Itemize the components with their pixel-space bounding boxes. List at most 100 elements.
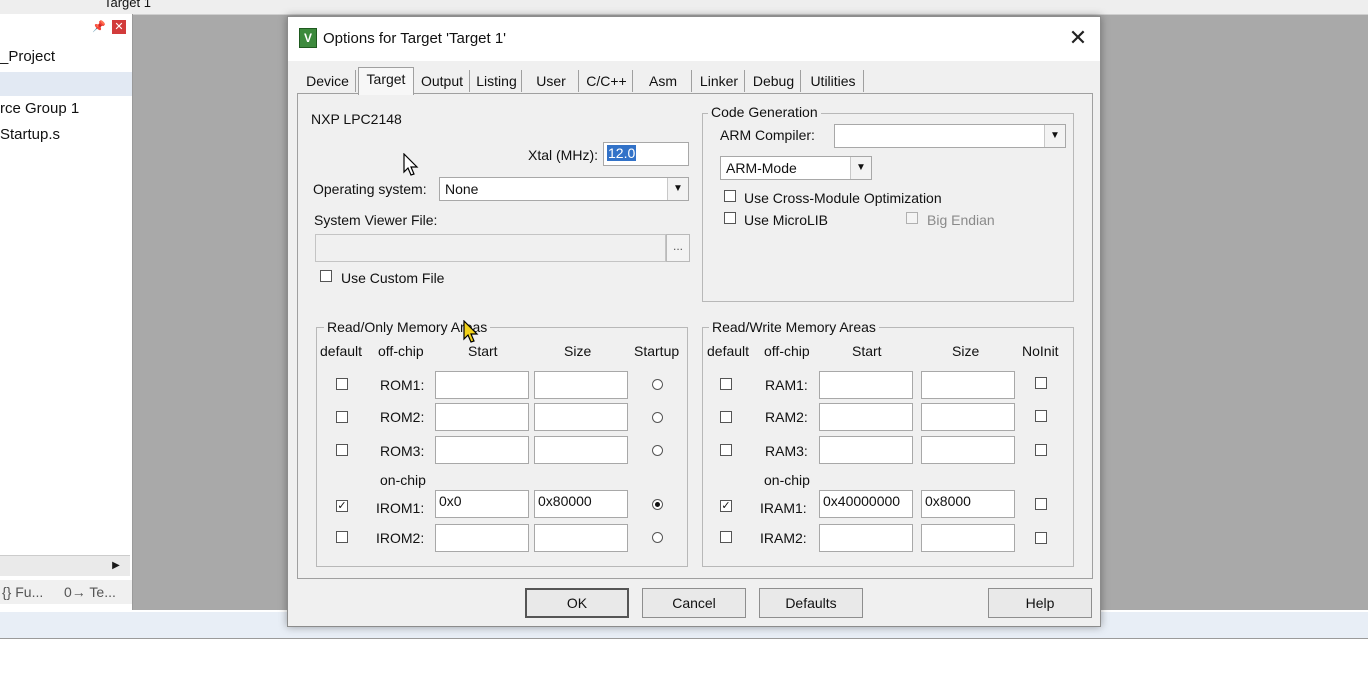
ram2-noinit-checkbox[interactable] [1035,410,1047,422]
pin-icon[interactable]: 📌 [92,20,106,33]
toolbar-target-name[interactable]: Target 1 [104,0,151,10]
tab-c-cpp[interactable]: C/C++ [581,70,633,92]
ram2-default-checkbox[interactable] [720,411,732,423]
defaults-button[interactable]: Defaults [759,588,863,618]
tab-templates[interactable]: 0→ Te... [64,584,116,600]
iram1-start-input[interactable]: 0x40000000 [819,490,913,518]
rom3-label: ROM3: [380,443,425,459]
rw-header-noinit: NoInit [1022,343,1059,359]
code-generation-title: Code Generation [708,104,821,120]
irom1-size-input[interactable]: 0x80000 [534,490,628,518]
cancel-button[interactable]: Cancel [642,588,746,618]
close-icon[interactable]: ✕ [1064,25,1092,53]
ro-header-default: default [320,343,363,359]
ram3-noinit-checkbox[interactable] [1035,444,1047,456]
tree-item-startup[interactable]: Startup.s [0,126,60,143]
browse-button[interactable]: ... [666,234,690,262]
rom1-default-checkbox[interactable] [336,378,348,390]
irom2-startup-radio[interactable] [652,532,663,543]
ram1-start-input[interactable] [819,371,913,399]
rom2-default-checkbox[interactable] [336,411,348,423]
tab-listing[interactable]: Listing [472,70,522,92]
ro-header-offchip: off-chip [378,343,424,359]
ro-onchip-label: on-chip [380,472,426,488]
rom1-size-input[interactable] [534,371,628,399]
cross-module-checkbox[interactable] [724,190,736,202]
chevron-down-icon[interactable]: ▼ [1044,125,1065,147]
ram3-start-input[interactable] [819,436,913,464]
arm-compiler-label: ARM Compiler: [720,127,815,143]
rom2-startup-radio[interactable] [652,412,663,423]
arm-compiler-select[interactable]: ▼ [834,124,1066,148]
highlight-pointer-icon [463,320,479,343]
ok-button[interactable]: OK [525,588,629,618]
use-custom-file-label: Use Custom File [341,270,445,286]
rom3-start-input[interactable] [435,436,529,464]
iram2-default-checkbox[interactable] [720,531,732,543]
ram1-size-input[interactable] [921,371,1015,399]
rw-header-start: Start [852,343,882,359]
tab-utilities[interactable]: Utilities [803,70,864,92]
scroll-right-icon[interactable]: ▶ [108,558,124,574]
iram1-default-checkbox[interactable]: ✓ [720,500,732,512]
xtal-value: 12.0 [607,145,637,161]
rom1-start-input[interactable] [435,371,529,399]
tab-asm[interactable]: Asm [635,70,692,92]
ram2-start-input[interactable] [819,403,913,431]
tab-device[interactable]: Device [300,70,356,92]
rom3-startup-radio[interactable] [652,445,663,456]
irom1-default-checkbox[interactable]: ✓ [336,500,348,512]
os-select[interactable]: None ▼ [439,177,689,201]
cross-module-label: Use Cross-Module Optimization [744,190,942,206]
tab-functions[interactable]: {} Fu... [2,584,43,600]
tab-user[interactable]: User [524,70,579,92]
svf-input[interactable] [315,234,666,262]
irom1-startup-radio[interactable] [652,499,663,510]
help-button[interactable]: Help [988,588,1092,618]
tree-item-project[interactable]: _Project [0,48,55,65]
close-panel-icon[interactable]: ✕ [112,20,126,34]
irom2-default-checkbox[interactable] [336,531,348,543]
rom1-label: ROM1: [380,377,425,393]
tab-debug[interactable]: Debug [747,70,801,92]
ide-toolbar: Target 1 [0,0,1368,15]
irom2-size-input[interactable] [534,524,628,552]
ro-header-startup: Startup [634,343,680,359]
ram3-size-input[interactable] [921,436,1015,464]
arm-mode-value: ARM-Mode [726,160,797,176]
ram3-default-checkbox[interactable] [720,444,732,456]
chevron-down-icon[interactable]: ▼ [850,157,871,179]
ram2-size-input[interactable] [921,403,1015,431]
microlib-checkbox[interactable] [724,212,736,224]
rw-header-offchip: off-chip [764,343,810,359]
iram2-noinit-checkbox[interactable] [1035,532,1047,544]
xtal-input[interactable]: 12.0 [603,142,689,166]
rom3-size-input[interactable] [534,436,628,464]
ram1-noinit-checkbox[interactable] [1035,377,1047,389]
tab-output[interactable]: Output [415,70,470,92]
os-value: None [445,181,479,197]
horizontal-scrollbar[interactable]: ▶ [0,555,130,576]
ram1-default-checkbox[interactable] [720,378,732,390]
rw-memory-title: Read/Write Memory Areas [709,319,879,335]
rom2-start-input[interactable] [435,403,529,431]
arm-mode-select[interactable]: ARM-Mode ▼ [720,156,872,180]
rom1-startup-radio[interactable] [652,379,663,390]
big-endian-label: Big Endian [927,212,995,228]
chevron-down-icon[interactable]: ▼ [667,178,688,200]
irom2-label: IROM2: [376,530,425,546]
irom2-start-input[interactable] [435,524,529,552]
rom3-default-checkbox[interactable] [336,444,348,456]
tree-item-source-group[interactable]: rce Group 1 [0,100,79,117]
iram1-noinit-checkbox[interactable] [1035,498,1047,510]
irom1-start-input[interactable]: 0x0 [435,490,529,518]
rw-onchip-label: on-chip [764,472,810,488]
tab-linker[interactable]: Linker [694,70,745,92]
iram1-size-input[interactable]: 0x8000 [921,490,1015,518]
rom2-size-input[interactable] [534,403,628,431]
use-custom-file-checkbox[interactable] [320,270,332,282]
tab-target[interactable]: Target [358,67,414,95]
iram2-size-input[interactable] [921,524,1015,552]
big-endian-checkbox[interactable] [906,212,918,224]
iram2-start-input[interactable] [819,524,913,552]
